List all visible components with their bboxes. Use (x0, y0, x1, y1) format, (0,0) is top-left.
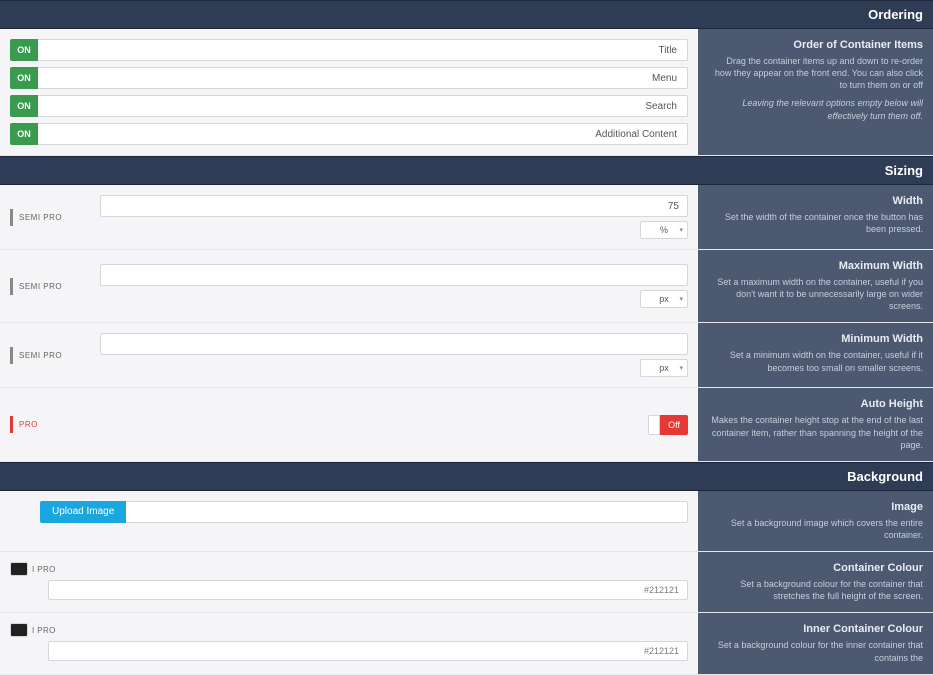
help-title: Maximum Width (708, 260, 923, 272)
help-title: Container Colour (708, 562, 923, 574)
ordering-help: Order of Container Items Drag the contai… (698, 29, 933, 155)
help-desc: Drag the container items up and down to … (708, 55, 923, 122)
toggle-label: Off (660, 415, 688, 435)
order-item-label[interactable]: Title (38, 39, 688, 61)
max-width-input[interactable] (100, 264, 688, 286)
help-title: Minimum Width (708, 333, 923, 345)
bg-image-field: Upload Image (0, 491, 698, 551)
width-field: SEMI PRO % (0, 185, 698, 249)
section-header-background: Background (0, 462, 933, 491)
order-item-label[interactable]: Search (38, 95, 688, 117)
inner-colour-input[interactable] (48, 641, 688, 661)
inner-colour-help: Inner Container Colour Set a background … (698, 613, 933, 673)
on-toggle[interactable]: ON (10, 39, 38, 61)
section-header-sizing: Sizing (0, 156, 933, 185)
upload-image-button[interactable]: Upload Image (40, 501, 126, 523)
help-title: Order of Container Items (708, 39, 923, 51)
width-input[interactable] (100, 195, 688, 217)
container-colour-input[interactable] (48, 580, 688, 600)
auto-height-help: Auto Height Makes the container height s… (698, 388, 933, 460)
tier-badge-semi: I PRO (32, 565, 56, 574)
max-width-field: SEMI PRO px (0, 250, 698, 322)
tier-badge-semi: I PRO (32, 626, 56, 635)
help-desc: Set a background colour for the inner co… (708, 639, 923, 663)
help-desc: Set a maximum width on the container, us… (708, 276, 923, 312)
help-desc: Set the width of the container once the … (708, 211, 923, 235)
auto-height-toggle[interactable]: Off (648, 415, 688, 435)
on-toggle[interactable]: ON (10, 123, 38, 145)
order-item-menu[interactable]: ON Menu (10, 67, 688, 89)
min-width-field: SEMI PRO px (0, 323, 698, 387)
ordering-left: ON Title ON Menu ON Search ON Additional… (0, 29, 698, 155)
help-title: Image (708, 501, 923, 513)
bg-image-help: Image Set a background image which cover… (698, 491, 933, 551)
tier-badge-semi: SEMI PRO (10, 278, 90, 295)
max-width-unit-select[interactable]: px (640, 290, 688, 308)
tier-badge-semi: SEMI PRO (10, 347, 90, 364)
container-colour-swatch[interactable] (10, 562, 28, 576)
tier-badge-pro: PRO (10, 416, 90, 433)
help-title: Width (708, 195, 923, 207)
help-desc: Makes the container height stop at the e… (708, 414, 923, 450)
width-help: Width Set the width of the container onc… (698, 185, 933, 249)
max-width-help: Maximum Width Set a maximum width on the… (698, 250, 933, 322)
container-colour-field: I PRO (0, 552, 698, 612)
inner-colour-swatch[interactable] (10, 623, 28, 637)
order-item-additional[interactable]: ON Additional Content (10, 123, 688, 145)
order-item-search[interactable]: ON Search (10, 95, 688, 117)
toggle-knob (648, 415, 660, 435)
tier-badge-semi: SEMI PRO (10, 209, 90, 226)
min-width-unit-select[interactable]: px (640, 359, 688, 377)
auto-height-field: PRO Off (0, 388, 698, 460)
min-width-help: Minimum Width Set a minimum width on the… (698, 323, 933, 387)
order-item-label[interactable]: Menu (38, 67, 688, 89)
order-item-title[interactable]: ON Title (10, 39, 688, 61)
help-desc: Set a background image which covers the … (708, 517, 923, 541)
help-title: Inner Container Colour (708, 623, 923, 635)
inner-colour-field: I PRO (0, 613, 698, 673)
order-item-label[interactable]: Additional Content (38, 123, 688, 145)
on-toggle[interactable]: ON (10, 67, 38, 89)
width-unit-select[interactable]: % (640, 221, 688, 239)
help-desc: Set a background colour for the containe… (708, 578, 923, 602)
upload-image-path[interactable] (126, 501, 688, 523)
help-title: Auto Height (708, 398, 923, 410)
min-width-input[interactable] (100, 333, 688, 355)
section-header-ordering: Ordering (0, 0, 933, 29)
help-desc: Set a minimum width on the container, us… (708, 349, 923, 373)
on-toggle[interactable]: ON (10, 95, 38, 117)
container-colour-help: Container Colour Set a background colour… (698, 552, 933, 612)
